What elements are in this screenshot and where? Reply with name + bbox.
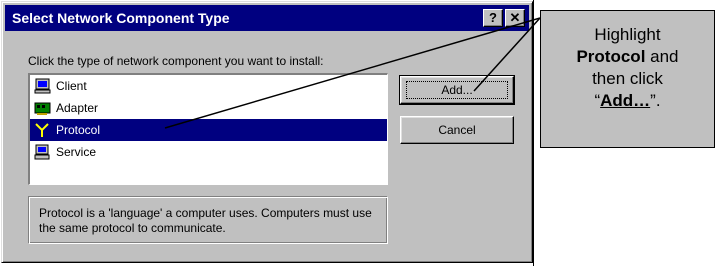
pointer-line-to-protocol	[164, 17, 541, 129]
pointer-line-to-add	[473, 17, 541, 92]
callout-pointers	[164, 17, 541, 129]
